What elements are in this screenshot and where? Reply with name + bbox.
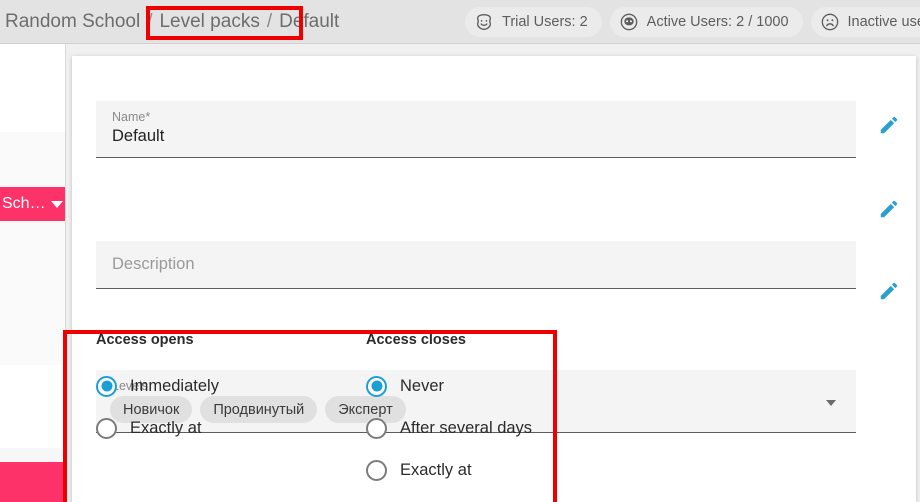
access-closes-option-never[interactable]: Never: [366, 365, 686, 407]
sidebar-bottom-strip: [0, 448, 65, 462]
name-field[interactable]: Name* Default: [96, 101, 856, 158]
radio-indicator[interactable]: [366, 459, 387, 481]
sad-face-icon: [820, 12, 840, 32]
breadcrumb-item-level-packs[interactable]: Level packs: [156, 11, 262, 33]
radio-label: Exactly at: [130, 418, 202, 437]
breadcrumb-separator: /: [266, 10, 273, 32]
breadcrumb-item-school[interactable]: Random School: [2, 11, 143, 33]
main-content: Name* Default Description Levels Новичок…: [66, 44, 920, 502]
breadcrumb-item-default[interactable]: Default: [276, 11, 342, 33]
access-closes-group: Access closes Never After several days E…: [366, 332, 686, 502]
filled-face-icon: [619, 12, 639, 32]
edit-levels-pencil-icon[interactable]: [878, 280, 900, 302]
trial-users-label: Trial Users: 2: [502, 14, 588, 30]
smiling-face-icon: [474, 12, 494, 32]
level-pack-form-card: Name* Default Description Levels Новичок…: [72, 56, 916, 502]
radio-indicator[interactable]: [366, 417, 387, 439]
access-closes-option-exactly-at[interactable]: Exactly at: [366, 449, 686, 491]
chevron-down-icon: [50, 200, 63, 208]
sidebar-bottom-action[interactable]: [0, 462, 65, 502]
active-users-label: Active Users: 2 / 1000: [646, 14, 789, 30]
school-selector-label: Sch…: [2, 195, 46, 212]
left-sidebar: Sch…: [0, 44, 66, 502]
app-root: Random School / Level packs / Default Tr…: [0, 0, 920, 502]
user-stats-group: Trial Users: 2 Active Users: 2 / 1000 In…: [465, 7, 920, 37]
access-opens-group: Access opens Immediately Exactly at: [96, 332, 366, 502]
radio-label: Immediately: [130, 376, 219, 395]
edit-description-pencil-icon[interactable]: [878, 198, 900, 220]
radio-indicator[interactable]: [96, 417, 117, 439]
radio-label: After several days: [400, 418, 533, 437]
radio-label: Never: [400, 376, 445, 395]
top-header: Random School / Level packs / Default Tr…: [0, 0, 920, 44]
access-opens-option-immediately[interactable]: Immediately: [96, 365, 366, 407]
access-closes-option-after-several-days[interactable]: After several days: [366, 407, 686, 449]
radio-indicator[interactable]: [366, 375, 387, 397]
sidebar-top-area: [0, 44, 65, 132]
name-field-value: Default: [112, 127, 165, 145]
name-field-label: Name*: [112, 110, 151, 124]
description-field-placeholder: Description: [112, 255, 195, 273]
access-opens-title: Access opens: [96, 332, 194, 348]
radio-indicator[interactable]: [96, 375, 117, 397]
inactive-users-chip[interactable]: Inactive user: [810, 7, 920, 37]
edit-name-pencil-icon[interactable]: [878, 114, 900, 136]
sidebar-grey-area: [0, 132, 65, 365]
description-field[interactable]: Description: [96, 241, 856, 289]
radio-label: Exactly at: [400, 460, 472, 479]
school-selector-button[interactable]: Sch…: [0, 187, 65, 221]
trial-users-chip[interactable]: Trial Users: 2: [465, 7, 602, 37]
breadcrumb: Random School / Level packs / Default: [0, 11, 342, 33]
access-closes-title: Access closes: [366, 332, 466, 348]
active-users-chip[interactable]: Active Users: 2 / 1000: [609, 7, 803, 37]
access-opens-option-exactly-at[interactable]: Exactly at: [96, 407, 366, 449]
inactive-users-label: Inactive user: [847, 14, 920, 30]
breadcrumb-separator: /: [147, 10, 153, 32]
access-settings: Access opens Immediately Exactly at Acce…: [96, 332, 856, 502]
